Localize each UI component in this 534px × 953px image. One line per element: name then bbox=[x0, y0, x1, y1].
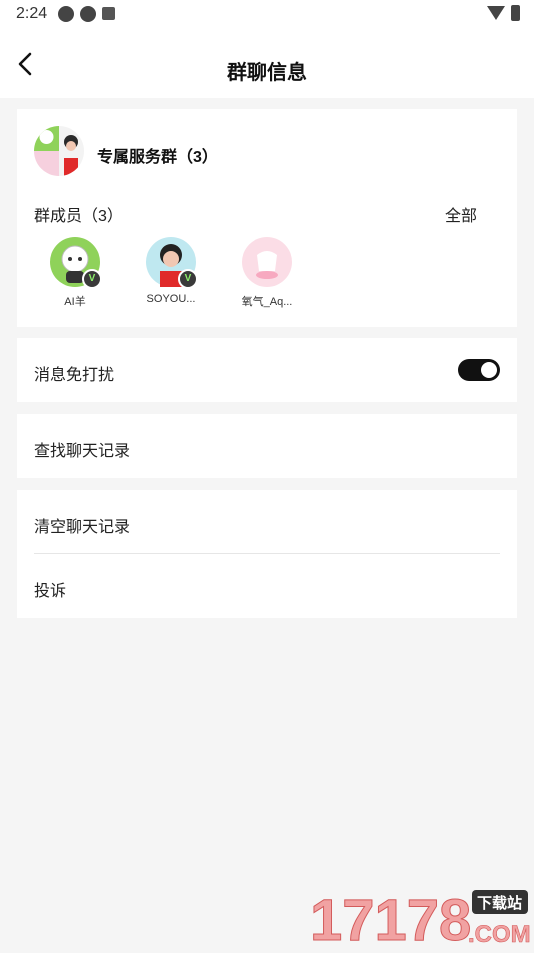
member-name: 氧气_Aq... bbox=[241, 296, 293, 308]
wifi-icon bbox=[487, 6, 505, 20]
notification-app-icon bbox=[80, 6, 96, 22]
verified-badge: V bbox=[82, 269, 102, 289]
watermark-suffix: .COM bbox=[468, 921, 530, 948]
watermark-logo-image: 17178 下载站 .COM bbox=[310, 888, 531, 953]
notification-app-icon bbox=[58, 6, 74, 22]
actions-card: 清空聊天记录 投诉 bbox=[17, 490, 517, 618]
search-chat-history-label: 查找聊天记录 bbox=[34, 443, 131, 460]
status-time: 2:24 bbox=[16, 5, 48, 22]
avatar bbox=[242, 237, 292, 287]
verified-badge: V bbox=[178, 269, 198, 289]
page-title: 群聊信息 bbox=[227, 62, 307, 84]
report-label: 投诉 bbox=[34, 583, 67, 600]
toggle-knob bbox=[481, 362, 497, 378]
avatar: V bbox=[50, 237, 102, 289]
member-item[interactable]: V AI羊 bbox=[37, 237, 113, 309]
oxygen-avatar-icon bbox=[256, 251, 278, 279]
watermark-logo: 17178 下载站 .COM bbox=[308, 888, 531, 953]
group-name: 专属服务群（3） bbox=[97, 149, 218, 166]
view-all-members-link[interactable]: 全部 bbox=[445, 202, 477, 226]
group-info-card: 专属服务群（3） 群成员（3） 全部 V AI羊 V SOYOU... 氧气_A… bbox=[17, 109, 517, 327]
search-chat-history-row[interactable]: 查找聊天记录 bbox=[17, 414, 517, 478]
status-system-icons bbox=[487, 5, 520, 21]
avatar: V bbox=[146, 237, 198, 289]
report-row[interactable]: 投诉 bbox=[17, 554, 517, 618]
group-avatar[interactable] bbox=[34, 126, 84, 176]
member-item[interactable]: 氧气_Aq... bbox=[229, 237, 305, 309]
mute-notifications-row: 消息免打扰 bbox=[17, 338, 517, 402]
mute-notifications-toggle[interactable] bbox=[458, 359, 500, 381]
clear-chat-history-label: 清空聊天记录 bbox=[34, 519, 131, 536]
nav-bar: 群聊信息 bbox=[0, 30, 534, 98]
group-avatar-image bbox=[34, 126, 84, 176]
member-name: AI羊 bbox=[64, 296, 86, 308]
status-notification-icons bbox=[58, 6, 115, 22]
notification-a-icon bbox=[102, 7, 115, 20]
battery-icon bbox=[511, 5, 520, 21]
clear-chat-history-row[interactable]: 清空聊天记录 bbox=[17, 490, 517, 554]
members-label: 群成员（3） bbox=[34, 208, 123, 225]
member-item[interactable]: V SOYOU... bbox=[133, 237, 209, 305]
watermark-number: 17178 bbox=[310, 888, 471, 948]
member-name: SOYOU... bbox=[146, 293, 196, 305]
mute-notifications-label: 消息免打扰 bbox=[34, 367, 115, 384]
status-bar: 2:24 bbox=[0, 0, 534, 30]
watermark-badge: 下载站 bbox=[477, 894, 522, 912]
